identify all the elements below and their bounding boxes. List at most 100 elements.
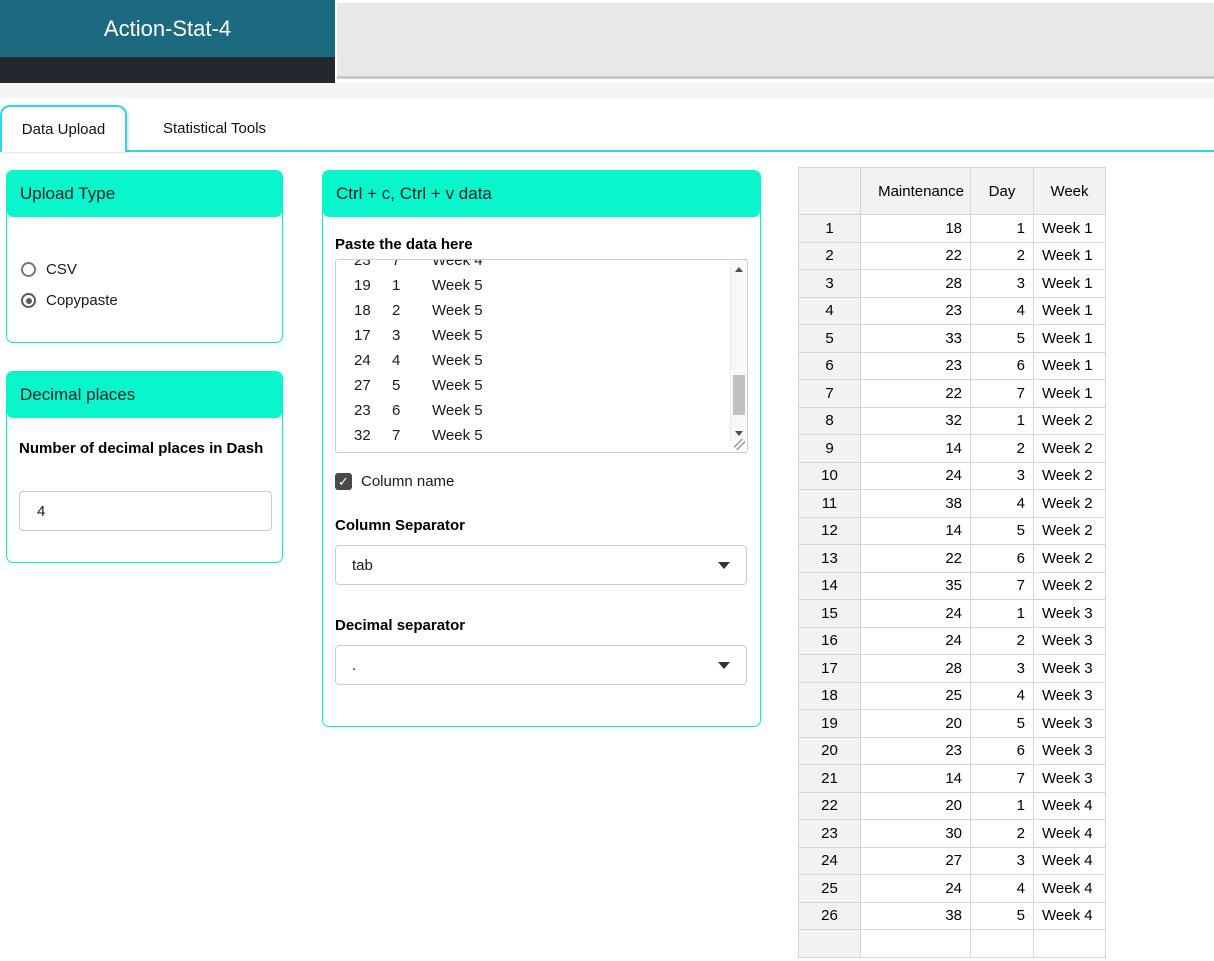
cell-maintenance: 28 [860,654,971,683]
upload-type-title: Upload Type [20,184,116,203]
cell-maintenance: 18 [860,214,971,243]
cell-week: Week 2 [1033,516,1106,545]
tab-data-upload-label: Data Upload [21,121,106,138]
cell-index: 20 [798,736,861,765]
cell-week: Week 3 [1033,654,1106,683]
header-lower-band [0,83,1214,98]
table-row [798,929,1106,958]
radio-copypaste-label: Copypaste [46,292,118,309]
paste-data-title: Ctrl + c, Ctrl + v data [336,184,492,203]
textarea-line: 23 7 Week 4 [354,259,483,269]
cell-day: 7 [970,379,1034,408]
cell-index: 24 [798,846,861,875]
cell-day: 5 [970,901,1034,930]
tabs-underline [127,150,1214,152]
column-name-checkbox-row[interactable]: ✓ Column name [335,473,454,490]
cell-index: 10 [798,461,861,490]
table-row: 11 38 4 Week 2 [798,489,1106,518]
table-row: 7 22 7 Week 1 [798,379,1106,408]
cell-week: Week 3 [1033,626,1106,655]
chevron-down-icon [718,661,730,669]
resize-grip-icon[interactable] [734,439,745,450]
decimal-separator-value: . [352,656,357,674]
textarea-line: 27 5 Week 5 [354,377,483,394]
cell-week: Week 1 [1033,269,1106,298]
table-row: 23 30 2 Week 4 [798,819,1106,848]
cell-week: Week 2 [1033,406,1106,435]
table-row: 26 38 5 Week 4 [798,901,1106,930]
textarea-line: 24 4 Week 5 [354,352,483,369]
cell-maintenance [860,929,971,958]
radio-option-copypaste[interactable]: Copypaste [21,292,118,309]
cell-day: 5 [970,516,1034,545]
scrollbar-thumb[interactable] [733,375,745,415]
textarea-line: 18 2 Week 5 [354,302,483,319]
cell-maintenance: 24 [860,874,971,903]
table-row: 9 14 2 Week 2 [798,434,1106,463]
table-row: 19 20 5 Week 3 [798,709,1106,738]
cell-day: 3 [970,461,1034,490]
header-day: Day [970,167,1034,215]
cell-index: 16 [798,626,861,655]
cell-week: Week 4 [1033,901,1106,930]
table-row: 2 22 2 Week 1 [798,241,1106,270]
cell-maintenance: 20 [860,709,971,738]
cell-index: 14 [798,571,861,600]
cell-week: Week 3 [1033,764,1106,793]
cell-index: 17 [798,654,861,683]
cell-index: 21 [798,764,861,793]
cell-week: Week 1 [1033,324,1106,353]
cell-day: 7 [970,571,1034,600]
textarea-content: 23 7 Week 4 19 1 Week 5 18 2 Week 5 17 3 Week 5 … [336,259,747,448]
cell-maintenance: 23 [860,351,971,380]
checkbox-checked-icon[interactable]: ✓ [335,473,352,490]
app-title: Action-Stat-4 [103,15,232,41]
paste-here-label: Paste the data here [335,236,473,253]
column-separator-select[interactable]: tab [335,545,747,585]
cell-index: 5 [798,324,861,353]
scroll-up-icon[interactable] [731,261,747,277]
cell-week: Week 1 [1033,296,1106,325]
textarea-scrollbar[interactable] [730,261,746,441]
table-row: 14 35 7 Week 2 [798,571,1106,600]
table-row: 24 27 3 Week 4 [798,846,1106,875]
tab-data-upload[interactable]: Data Upload [0,105,127,152]
cell-week: Week 2 [1033,461,1106,490]
column-name-label: Column name [361,473,455,490]
cell-week [1033,929,1106,958]
cell-week: Week 1 [1033,379,1106,408]
decimal-places-value: 4 [37,502,46,520]
cell-week: Week 3 [1033,681,1106,710]
radio-copypaste-icon[interactable] [21,293,36,308]
cell-day: 6 [970,544,1034,573]
cell-index: 11 [798,489,861,518]
cell-week: Week 2 [1033,544,1106,573]
decimal-separator-select[interactable]: . [335,645,747,685]
cell-day: 5 [970,324,1034,353]
header-index [798,167,861,215]
radio-csv-icon[interactable] [21,262,36,277]
radio-option-csv[interactable]: CSV [21,261,77,278]
cell-week: Week 1 [1033,351,1106,380]
table-row: 6 23 6 Week 1 [798,351,1106,380]
cell-maintenance: 35 [860,571,971,600]
table-row: 5 33 5 Week 1 [798,324,1106,353]
paste-data-textarea[interactable]: 23 7 Week 4 19 1 Week 5 18 2 Week 5 17 3 Week 5 … [335,259,748,453]
cell-maintenance: 38 [860,901,971,930]
cell-index: 22 [798,791,861,820]
decimal-places-card-header: Decimal places [7,372,282,418]
textarea-line: 17 3 Week 5 [354,327,483,344]
cell-maintenance: 22 [860,241,971,270]
cell-maintenance: 14 [860,764,971,793]
decimal-places-input[interactable]: 4 [19,491,272,531]
cell-maintenance: 38 [860,489,971,518]
cell-index: 9 [798,434,861,463]
paste-data-card-header: Ctrl + c, Ctrl + v data [323,171,760,217]
cell-maintenance: 24 [860,599,971,628]
app-header: Action-Stat-4 [0,0,335,57]
tab-statistical-tools[interactable]: Statistical Tools [127,105,302,152]
cell-day: 4 [970,681,1034,710]
cell-day: 1 [970,214,1034,243]
cell-day: 3 [970,846,1034,875]
cell-index [798,929,861,958]
